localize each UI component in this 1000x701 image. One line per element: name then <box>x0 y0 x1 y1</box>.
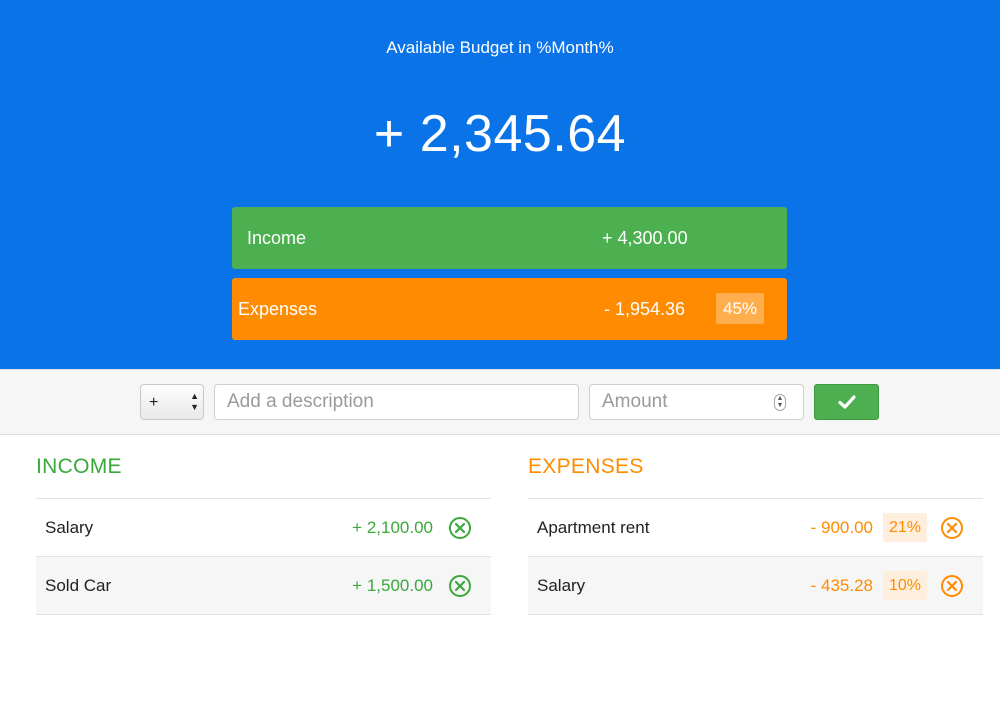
checkmark-icon <box>838 395 856 409</box>
budget-header: Available Budget in %Month% + 2,345.64 I… <box>0 0 1000 369</box>
expense-percentage-badge: 21% <box>883 513 927 542</box>
type-select-value: + <box>149 394 159 411</box>
expenses-summary-value: - 1,954.36 <box>604 299 686 319</box>
add-item-button[interactable] <box>814 384 879 420</box>
income-summary: Income + 4,300.00 <box>232 207 787 269</box>
income-list: Salary + 2,100.00 Sold Car + 1,500.00 <box>36 498 491 615</box>
type-select[interactable]: + ▲ ▼ <box>140 384 204 420</box>
budget-title: Available Budget in %Month% <box>386 38 614 57</box>
income-item-value: + 1,500.00 <box>352 576 433 595</box>
income-item: Sold Car + 1,500.00 <box>36 557 491 615</box>
expense-item: Salary - 435.28 10% <box>528 557 983 615</box>
expenses-section-title: EXPENSES <box>528 455 644 478</box>
expense-item-value: - 435.28 <box>810 576 873 595</box>
expense-item-value: - 900.00 <box>810 518 873 537</box>
amount-input[interactable] <box>589 384 804 420</box>
delete-circle-icon[interactable] <box>448 516 472 540</box>
select-arrows-icon: ▲ ▼ <box>190 391 199 412</box>
income-item-description: Sold Car <box>45 576 112 595</box>
expense-percentage-badge: 10% <box>883 571 927 600</box>
add-item-bar: + ▲▼ ▲▼ <box>0 369 1000 435</box>
income-item-value: + 2,100.00 <box>352 518 433 537</box>
income-section-title: INCOME <box>36 455 122 478</box>
delete-circle-icon[interactable] <box>940 516 964 540</box>
expenses-summary-label: Expenses <box>238 299 318 319</box>
expenses-list: Apartment rent - 900.00 21% Salary - 435… <box>528 498 983 615</box>
income-summary-label: Income <box>247 228 307 248</box>
expense-item-description: Salary <box>537 576 586 595</box>
expense-item-description: Apartment rent <box>537 518 650 537</box>
expense-item: Apartment rent - 900.00 21% <box>528 499 983 557</box>
delete-circle-icon[interactable] <box>940 574 964 598</box>
expenses-summary: Expenses - 1,954.36 45% <box>232 278 787 340</box>
budget-value: + 2,345.64 <box>373 105 627 163</box>
income-item-description: Salary <box>45 518 94 537</box>
expenses-percentage-badge: 45% <box>716 293 764 324</box>
income-summary-value: + 4,300.00 <box>602 228 688 248</box>
description-input[interactable] <box>214 384 579 420</box>
income-item: Salary + 2,100.00 <box>36 499 491 557</box>
delete-circle-icon[interactable] <box>448 574 472 598</box>
amount-spinner-icon[interactable]: ▲ ▼ <box>774 394 786 411</box>
